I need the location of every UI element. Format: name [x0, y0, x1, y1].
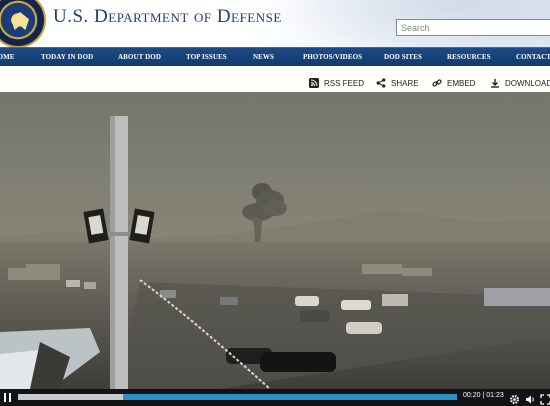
site-title-text: U.S. Department of Defense — [53, 6, 282, 27]
dod-seal-icon[interactable] — [0, 0, 46, 47]
nav-item-photos-videos[interactable]: PHOTOS/VIDEOS — [303, 48, 362, 67]
rss-icon — [309, 78, 319, 88]
share-icon — [376, 78, 386, 88]
played-range — [18, 394, 124, 400]
download-icon — [490, 78, 500, 88]
current-time: 00:20 — [463, 392, 481, 399]
download-button[interactable]: DOWNLOAD — [490, 75, 550, 91]
nav-item-contact-us[interactable]: CONTACT US — [516, 48, 550, 67]
seek-bar[interactable] — [18, 394, 457, 400]
nav-item-news[interactable]: NEWS — [253, 48, 274, 67]
nav-item-top-issues[interactable]: TOP ISSUES — [186, 48, 227, 67]
nav-item-today-in-dod[interactable]: TODAY IN DOD — [41, 48, 93, 67]
eagle-emblem — [11, 12, 29, 30]
video-frame — [0, 92, 550, 389]
video-control-bar: 00:20 | 01:23 — [0, 389, 550, 406]
download-label: DOWNLOAD — [505, 78, 550, 88]
share-button[interactable]: SHARE — [376, 75, 419, 91]
nav-item-about-dod[interactable]: ABOUT DOD — [118, 48, 161, 67]
duration: 01:23 — [486, 392, 504, 399]
time-readout: 00:20 | 01:23 — [463, 392, 504, 399]
share-label: SHARE — [391, 78, 419, 88]
link-icon — [432, 78, 442, 88]
embed-button[interactable]: EMBED — [432, 75, 475, 91]
nav-item-resources[interactable]: RESOURCES — [447, 48, 491, 67]
pause-icon-bar-left — [4, 393, 6, 402]
rss-feed-link[interactable]: RSS FEED — [309, 75, 364, 91]
embed-label: EMBED — [447, 78, 476, 88]
site-header: U.S. Department of Defense — [0, 0, 550, 47]
nav-item-dod-sites[interactable]: DOD SITES — [384, 48, 422, 67]
pause-button[interactable] — [3, 392, 13, 403]
rss-feed-label: RSS FEED — [324, 78, 365, 88]
volume-icon[interactable] — [525, 392, 536, 404]
fullscreen-icon[interactable] — [540, 392, 550, 405]
main-nav: HOME TODAY IN DOD ABOUT DOD TOP ISSUES N… — [0, 47, 550, 66]
search-input[interactable] — [396, 19, 550, 36]
video-player[interactable] — [0, 92, 550, 389]
site-title[interactable]: U.S. Department of Defense — [53, 6, 282, 28]
pause-icon-bar-right — [9, 393, 11, 402]
gear-icon[interactable] — [509, 392, 520, 405]
nav-item-home[interactable]: HOME — [0, 48, 15, 67]
buffered-range — [123, 394, 457, 400]
